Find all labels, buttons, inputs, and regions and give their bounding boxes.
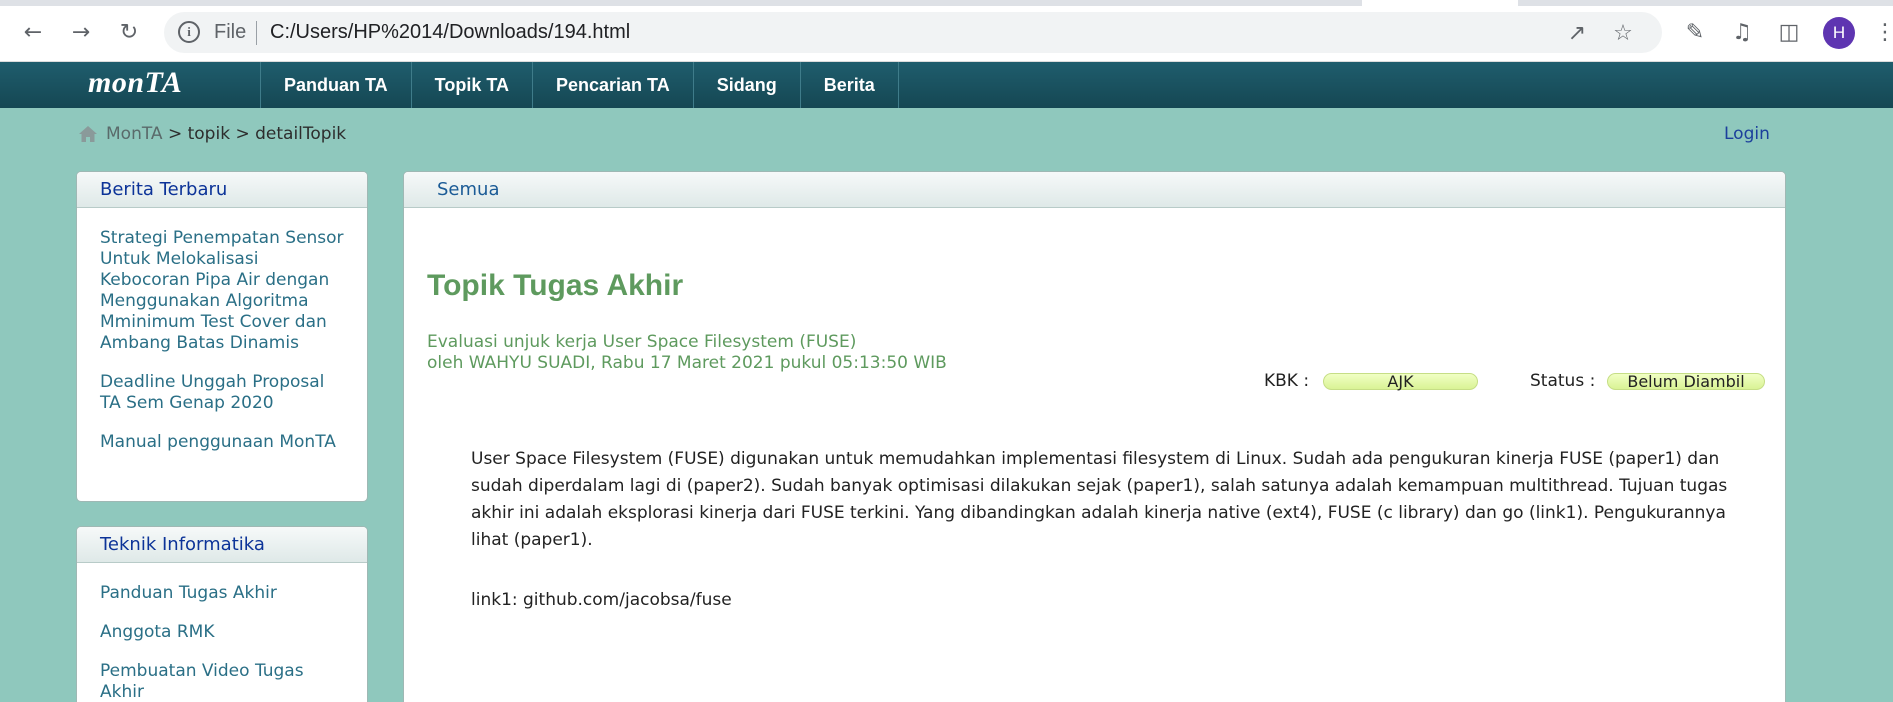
- bookmark-star-icon[interactable]: ☆: [1610, 20, 1636, 46]
- login-link[interactable]: Login: [1724, 124, 1770, 144]
- dept-panel: Teknik Informatika Panduan Tugas Akhir A…: [76, 526, 368, 702]
- news-list: Strategi Penempatan Sensor Untuk Melokal…: [77, 208, 367, 481]
- home-icon[interactable]: [78, 125, 98, 143]
- profile-avatar[interactable]: H: [1823, 17, 1855, 49]
- dept-list: Panduan Tugas Akhir Anggota RMK Pembuata…: [77, 563, 367, 702]
- menu-item-panduan-ta[interactable]: Panduan TA: [261, 62, 412, 108]
- dept-link[interactable]: Panduan Tugas Akhir: [100, 583, 345, 604]
- kbk-label: KBK :: [1264, 371, 1310, 391]
- menu-item-sidang[interactable]: Sidang: [694, 62, 801, 108]
- side-panel-icon[interactable]: ◫: [1774, 17, 1804, 47]
- tab-gap: [1362, 0, 1518, 6]
- breadcrumb: MonTA > topik > detailTopik: [78, 124, 346, 144]
- news-panel: Berita Terbaru Strategi Penempatan Senso…: [76, 171, 368, 502]
- address-bar[interactable]: i File C:/Users/HP%2014/Downloads/194.ht…: [164, 12, 1662, 53]
- site-header: monTA Panduan TA Topik TA Pencarian TA S…: [0, 62, 1893, 108]
- topic-link: link1: github.com/jacobsa/fuse: [471, 590, 732, 610]
- menu-item-pencarian-ta[interactable]: Pencarian TA: [533, 62, 694, 108]
- extensions-icon[interactable]: ✎: [1680, 17, 1710, 47]
- site-logo[interactable]: monTA: [88, 66, 182, 100]
- breadcrumb-separator: >: [230, 124, 256, 144]
- news-panel-title: Berita Terbaru: [77, 172, 367, 208]
- menu-item-topik-ta[interactable]: Topik TA: [412, 62, 533, 108]
- topic-subtitle: Evaluasi unjuk kerja User Space Filesyst…: [427, 332, 947, 374]
- topic-name: Evaluasi unjuk kerja User Space Filesyst…: [427, 332, 857, 352]
- status-label: Status :: [1530, 371, 1596, 391]
- back-icon[interactable]: ←: [18, 17, 48, 47]
- media-controls-icon[interactable]: ♫: [1727, 17, 1757, 47]
- news-item[interactable]: Deadline Unggah Proposal TA Sem Genap 20…: [100, 372, 345, 414]
- breadcrumb-home[interactable]: MonTA: [106, 124, 163, 144]
- status-badge: Belum Diambil: [1607, 372, 1765, 391]
- main-menu: Panduan TA Topik TA Pencarian TA Sidang …: [260, 62, 899, 108]
- page-title: Topik Tugas Akhir: [427, 269, 684, 302]
- topic-description: User Space Filesystem (FUSE) digunakan u…: [471, 449, 1728, 550]
- breadcrumb-topik[interactable]: topik: [188, 124, 230, 144]
- news-item[interactable]: Manual penggunaan MonTA: [100, 432, 345, 453]
- menu-item-berita[interactable]: Berita: [801, 62, 899, 108]
- kbk-badge: AJK: [1323, 372, 1478, 391]
- breadcrumb-separator: >: [162, 124, 188, 144]
- forward-icon[interactable]: →: [66, 17, 96, 47]
- topic-detail-panel: Semua Topik Tugas Akhir Evaluasi unjuk k…: [403, 171, 1786, 702]
- browser-toolbar: ← → ↻ i File C:/Users/HP%2014/Downloads/…: [0, 0, 1893, 62]
- dept-link[interactable]: Pembuatan Video Tugas Akhir: [100, 661, 345, 702]
- dept-link[interactable]: Anggota RMK: [100, 622, 345, 643]
- url-text[interactable]: C:/Users/HP%2014/Downloads/194.html: [270, 21, 630, 44]
- tab-strip: [0, 0, 1893, 6]
- reload-icon[interactable]: ↻: [114, 17, 144, 47]
- address-divider: [256, 21, 257, 45]
- breadcrumb-current: detailTopik: [255, 124, 347, 144]
- menu-kebab-icon[interactable]: ⋮: [1870, 17, 1893, 47]
- tab-semua[interactable]: Semua: [404, 172, 1785, 208]
- dept-panel-title: Teknik Informatika: [77, 527, 367, 563]
- file-label: File: [214, 21, 247, 43]
- topic-author-date: oleh WAHYU SUADI, Rabu 17 Maret 2021 puk…: [427, 353, 947, 373]
- news-item[interactable]: Strategi Penempatan Sensor Untuk Melokal…: [100, 228, 345, 354]
- share-icon[interactable]: ↗: [1564, 20, 1590, 46]
- site-info-icon[interactable]: i: [178, 21, 200, 43]
